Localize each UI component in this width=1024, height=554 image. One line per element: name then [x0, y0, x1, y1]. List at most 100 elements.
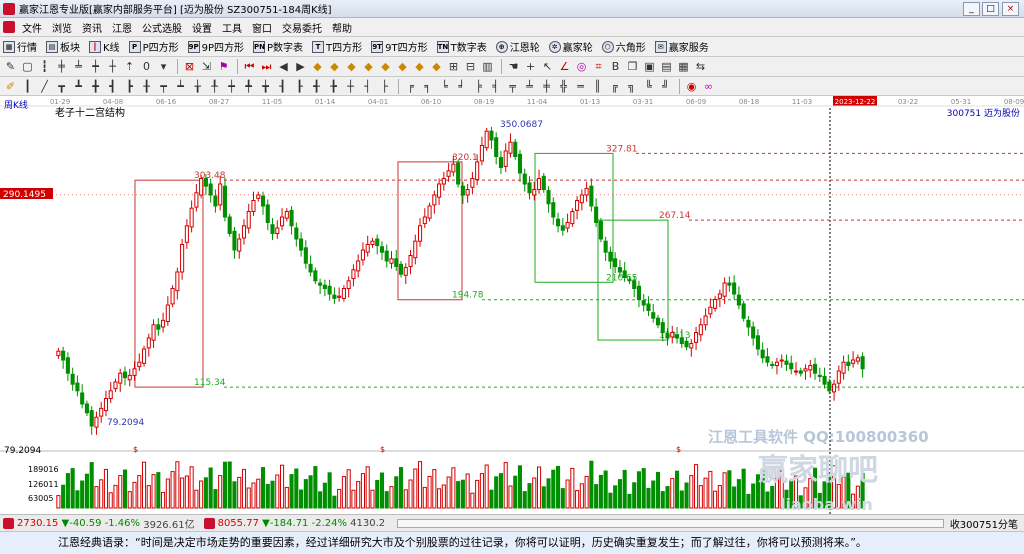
- tool-icon-35[interactable]: ╚: [641, 79, 656, 94]
- index-sh[interactable]: 2730.15 ▼-40.59 -1.46% 3926.61亿: [0, 516, 195, 531]
- tool-icon-29[interactable]: ╪: [539, 79, 554, 94]
- scroll-track[interactable]: [397, 518, 944, 528]
- tool-icon-23[interactable]: ╘: [437, 79, 452, 94]
- close-button[interactable]: ×: [1002, 2, 1019, 16]
- tool-icon-15[interactable]: ┠: [292, 79, 307, 94]
- tool-icon-21[interactable]: ╒: [403, 79, 418, 94]
- tool-icon-19[interactable]: ┤: [360, 79, 375, 94]
- axis-icon[interactable]: ┼: [105, 59, 120, 74]
- line-tool-icon[interactable]: ╱: [37, 79, 52, 94]
- toolbar-p-square-button[interactable]: P P四方形: [126, 39, 179, 54]
- chevron-down-icon[interactable]: ▾: [156, 59, 171, 74]
- toolbar-winner-wheel-button[interactable]: ✲ 赢家轮: [546, 39, 593, 54]
- first-icon[interactable]: ⏮: [242, 59, 257, 74]
- toolbar-t-square-button[interactable]: T T四方形: [309, 39, 362, 54]
- bookmark-icon[interactable]: ❒: [625, 59, 640, 74]
- angle-icon[interactable]: ∠: [557, 59, 572, 74]
- toolbar-t-number-button[interactable]: TN T数字表: [434, 39, 487, 54]
- toolbar-hexagon-button[interactable]: ⬡ 六角形: [599, 39, 646, 54]
- bar-chart-icon[interactable]: ┃: [20, 79, 35, 94]
- zoom-out-icon[interactable]: ⊟: [463, 59, 478, 74]
- tool-icon-11[interactable]: ┿: [224, 79, 239, 94]
- toolbar-9t-square-button[interactable]: 9T 9T四方形: [368, 39, 428, 54]
- back-icon[interactable]: ◀: [276, 59, 291, 74]
- toolbar-gann-wheel-button[interactable]: ⊕ 江恩轮: [493, 39, 540, 54]
- tool-icon-26[interactable]: ╡: [488, 79, 503, 94]
- tool-icon-25[interactable]: ╞: [471, 79, 486, 94]
- print-icon[interactable]: ▦: [676, 59, 691, 74]
- infinity-icon[interactable]: ∞: [701, 79, 716, 94]
- tool-icon-22[interactable]: ╕: [420, 79, 435, 94]
- diamond-icon-7[interactable]: ◆: [412, 59, 427, 74]
- fan-icon[interactable]: ⌗: [591, 59, 606, 74]
- menu-tools[interactable]: 工具: [217, 20, 247, 35]
- maximize-button[interactable]: □: [982, 2, 999, 16]
- record-icon[interactable]: ◉: [684, 79, 699, 94]
- tool-icon-32[interactable]: ║: [590, 79, 605, 94]
- tool-icon-27[interactable]: ╤: [505, 79, 520, 94]
- bar-type-icon[interactable]: ╪: [54, 59, 69, 74]
- menu-gann[interactable]: 江恩: [107, 20, 137, 35]
- line-type-icon[interactable]: ╧: [71, 59, 86, 74]
- diamond-icon-8[interactable]: ◆: [429, 59, 444, 74]
- diamond-icon-5[interactable]: ◆: [378, 59, 393, 74]
- menu-window[interactable]: 窗口: [247, 20, 277, 35]
- stepper-field[interactable]: 0: [139, 59, 154, 74]
- tool-icon-20[interactable]: ├: [377, 79, 392, 94]
- tool-icon-33[interactable]: ╔: [607, 79, 622, 94]
- tool-icon-2[interactable]: ┻: [71, 79, 86, 94]
- menu-file[interactable]: 文件: [17, 20, 47, 35]
- diamond-icon-1[interactable]: ◆: [310, 59, 325, 74]
- stats-icon[interactable]: ⊠: [182, 59, 197, 74]
- save-icon[interactable]: ▤: [659, 59, 674, 74]
- menu-trade[interactable]: 交易委托: [277, 20, 327, 35]
- minimize-button[interactable]: _: [963, 2, 980, 16]
- tool-icon-24[interactable]: ╛: [454, 79, 469, 94]
- zoom-in-icon[interactable]: ⊞: [446, 59, 461, 74]
- menu-formula[interactable]: 公式选股: [137, 20, 187, 35]
- index-sz[interactable]: 8055.77 ▼-184.71 -2.24% 4130.2: [201, 517, 385, 529]
- pen-icon[interactable]: ✐: [3, 79, 18, 94]
- tool-icon-3[interactable]: ╋: [88, 79, 103, 94]
- export-icon[interactable]: ⇆: [693, 59, 708, 74]
- menu-info[interactable]: 资讯: [77, 20, 107, 35]
- diamond-icon-3[interactable]: ◆: [344, 59, 359, 74]
- hand-icon[interactable]: ☚: [506, 59, 521, 74]
- tool-icon-5[interactable]: ┣: [122, 79, 137, 94]
- tool-icon-4[interactable]: ┫: [105, 79, 120, 94]
- ohlc-icon[interactable]: ┿: [88, 59, 103, 74]
- toolbar-sector-button[interactable]: ▤ 板块: [43, 39, 80, 54]
- tool-icon-28[interactable]: ╧: [522, 79, 537, 94]
- last-icon[interactable]: ⏭: [259, 59, 274, 74]
- chart-area[interactable]: 01-29 04-08 06-16 08-27 11-05 01-14 04-01 06-10…: [0, 96, 1024, 514]
- forward-icon[interactable]: ▶: [293, 59, 308, 74]
- tool-icon-34[interactable]: ╗: [624, 79, 639, 94]
- layout-icon[interactable]: ▥: [480, 59, 495, 74]
- target-icon[interactable]: ◎: [574, 59, 589, 74]
- double-arrow-icon[interactable]: ⇲: [199, 59, 214, 74]
- tool-icon-1[interactable]: ┳: [54, 79, 69, 94]
- toolbar-quotes-button[interactable]: ▦ 行情: [0, 39, 37, 54]
- tool-icon-12[interactable]: ╇: [241, 79, 256, 94]
- tool-icon-8[interactable]: ┷: [173, 79, 188, 94]
- menu-settings[interactable]: 设置: [187, 20, 217, 35]
- toolbar-p-number-button[interactable]: PN P数字表: [250, 39, 303, 54]
- tool-icon-13[interactable]: ╈: [258, 79, 273, 94]
- tool-icon-36[interactable]: ╝: [658, 79, 673, 94]
- menu-browse[interactable]: 浏览: [47, 20, 77, 35]
- bold-icon[interactable]: B: [608, 59, 623, 74]
- tool-icon-16[interactable]: ╉: [309, 79, 324, 94]
- image-icon[interactable]: ▣: [642, 59, 657, 74]
- toolbar-kline-button[interactable]: ┃ K线: [86, 39, 120, 54]
- toolbar-9p-square-button[interactable]: 9P 9P四方形: [185, 39, 244, 54]
- tool-icon-17[interactable]: ╊: [326, 79, 341, 94]
- tool-icon-18[interactable]: ┼: [343, 79, 358, 94]
- pencil-icon[interactable]: ✎: [3, 59, 18, 74]
- diamond-icon-4[interactable]: ◆: [361, 59, 376, 74]
- toolbar-service-button[interactable]: ✉ 赢家服务: [652, 39, 709, 54]
- tool-icon-9[interactable]: ╁: [190, 79, 205, 94]
- tool-icon-10[interactable]: ╀: [207, 79, 222, 94]
- tool-icon-7[interactable]: ┯: [156, 79, 171, 94]
- arrow-up-icon[interactable]: ⇡: [122, 59, 137, 74]
- cursor-icon[interactable]: ↖: [540, 59, 555, 74]
